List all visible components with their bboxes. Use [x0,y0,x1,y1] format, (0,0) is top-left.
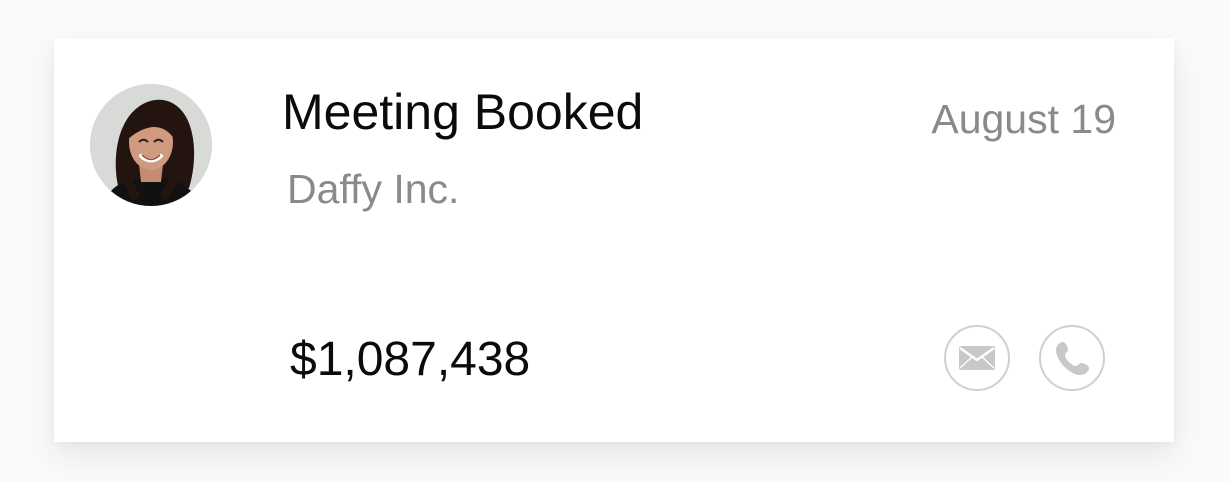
phone-button[interactable] [1039,325,1105,391]
email-button[interactable] [944,325,1010,391]
avatar [90,84,212,206]
date-label: August 19 [931,96,1116,142]
page-title: Meeting Booked [282,84,644,140]
deal-amount: $1,087,438 [290,333,531,386]
avatar-portrait-icon [90,84,212,206]
phone-icon [1056,342,1089,375]
meeting-booked-card[interactable]: Meeting Booked August 19 Daffy Inc. $1,0… [54,38,1174,442]
company-name: Daffy Inc. [287,166,460,212]
email-icon [959,346,995,370]
